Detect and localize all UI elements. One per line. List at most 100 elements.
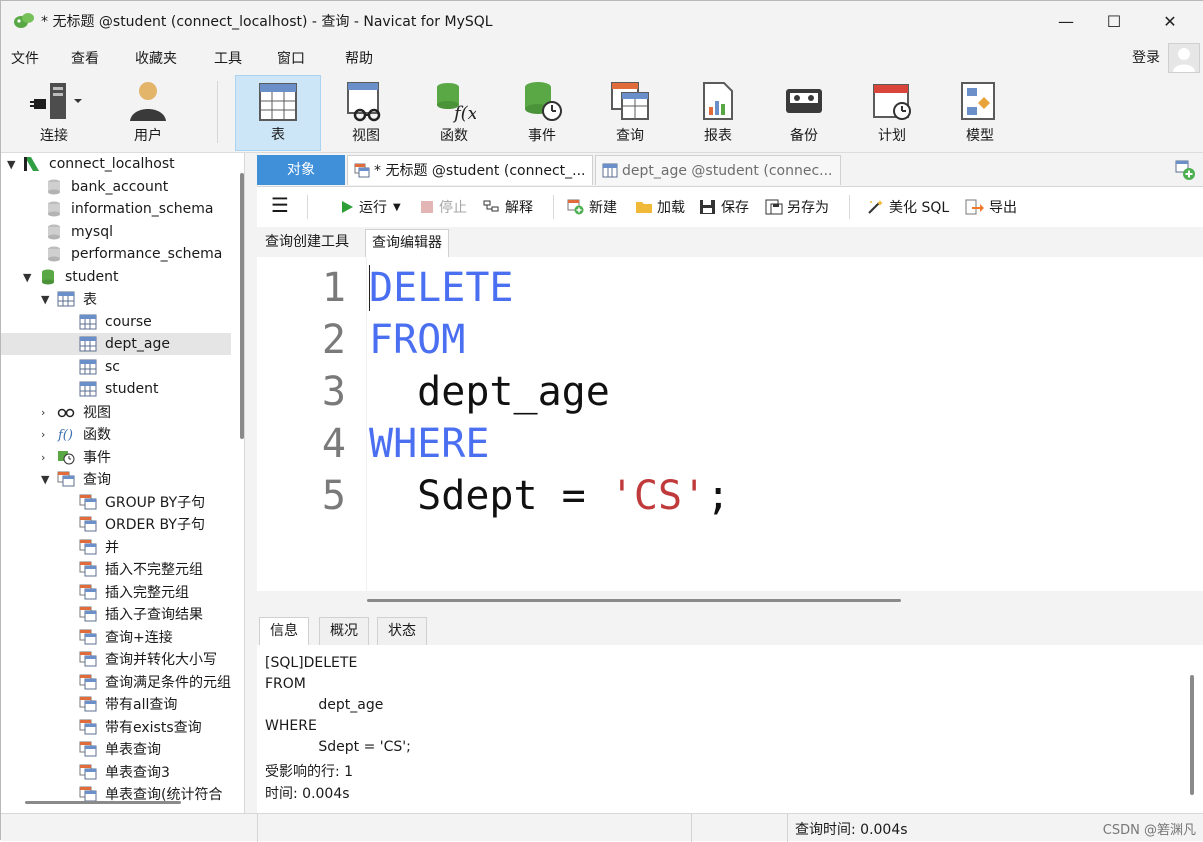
new-button[interactable]: 新建 bbox=[567, 197, 617, 217]
message-line: [SQL]DELETE bbox=[265, 655, 358, 671]
toolbar-report-button[interactable]: 报表 bbox=[675, 75, 761, 151]
tab-status[interactable]: 状态 bbox=[377, 617, 427, 645]
toolbar-user-button[interactable]: 用户 bbox=[105, 75, 191, 151]
menu-tools[interactable]: 工具 bbox=[214, 48, 242, 68]
query-icon bbox=[611, 82, 649, 120]
database-icon bbox=[48, 246, 60, 262]
dropdown-arrow-icon[interactable]: ▼ bbox=[393, 202, 401, 213]
title-bar: * 无标题 @student (connect_localhost) - 查询 … bbox=[1, 1, 1203, 41]
load-button[interactable]: 加载 bbox=[635, 197, 685, 217]
database-icon bbox=[48, 201, 60, 217]
tab-query-editor[interactable]: 查询编辑器 bbox=[365, 229, 449, 257]
toolbar-table-button[interactable]: 表 bbox=[235, 75, 321, 151]
message-vertical-scrollbar[interactable] bbox=[1190, 675, 1194, 795]
tree-query-item[interactable]: 单表查询 bbox=[79, 738, 161, 760]
message-line: 时间: 0.004s bbox=[265, 786, 350, 802]
chevron-right-icon[interactable]: › bbox=[41, 451, 53, 464]
run-button[interactable]: 运行 ▼ bbox=[339, 197, 401, 217]
tree-table-course[interactable]: course bbox=[79, 311, 152, 333]
tree-group-events[interactable]: › 事件 bbox=[41, 446, 111, 468]
tree-db-label: bank_account bbox=[71, 179, 169, 195]
new-tab-icon[interactable] bbox=[1174, 159, 1196, 181]
tree-group-queries[interactable]: ▼ 查询 bbox=[41, 468, 111, 490]
tree-table-label: student bbox=[105, 381, 159, 397]
query-icon bbox=[79, 696, 97, 712]
tab-dept-age[interactable]: dept_age @student (connec... bbox=[595, 155, 841, 185]
close-button[interactable]: ✕ bbox=[1147, 1, 1193, 41]
tree-query-item[interactable]: 带有exists查询 bbox=[79, 716, 202, 738]
editor-horizontal-scrollbar[interactable] bbox=[257, 591, 1203, 613]
menu-window[interactable]: 窗口 bbox=[277, 48, 305, 68]
tab-untitled-query[interactable]: * 无标题 @student (connect_... bbox=[347, 155, 593, 185]
avatar[interactable] bbox=[1168, 43, 1200, 73]
tab-info[interactable]: 信息 bbox=[259, 617, 309, 645]
toolbar-model-button[interactable]: 模型 bbox=[937, 75, 1023, 151]
chevron-down-icon[interactable]: ▼ bbox=[41, 293, 53, 306]
tab-query-builder[interactable]: 查询创建工具 bbox=[259, 229, 355, 257]
toolbar-function-button[interactable]: f(x) 函数 bbox=[411, 75, 497, 151]
toolbar-event-button[interactable]: 事件 bbox=[499, 75, 585, 151]
menu-favorites[interactable]: 收藏夹 bbox=[135, 48, 177, 68]
tree-table-student[interactable]: student bbox=[79, 378, 159, 400]
toolbar-connect-button[interactable]: 连接 bbox=[11, 75, 97, 151]
tree-query-item[interactable]: 插入不完整元组 bbox=[79, 558, 203, 580]
message-line: Sdept = 'CS'; bbox=[265, 739, 411, 755]
chevron-right-icon[interactable]: › bbox=[41, 406, 53, 419]
maximize-button[interactable]: ☐ bbox=[1091, 1, 1137, 41]
tree-group-views[interactable]: › 视图 bbox=[41, 401, 111, 423]
line-number: 5 bbox=[321, 473, 346, 519]
tree-group-label: 事件 bbox=[83, 450, 111, 466]
toolbar-schedule-button[interactable]: 计划 bbox=[849, 75, 935, 151]
table-icon bbox=[79, 381, 97, 397]
tree-db-student[interactable]: ▼ student bbox=[23, 266, 119, 288]
hamburger-menu-icon[interactable]: ☰ bbox=[271, 193, 289, 217]
beautify-sql-button[interactable]: 美化 SQL bbox=[865, 197, 949, 217]
tree-query-item[interactable]: ORDER BY子句 bbox=[79, 513, 205, 535]
tree-query-item[interactable]: GROUP BY子句 bbox=[79, 491, 205, 513]
explain-button[interactable]: 解释 bbox=[483, 197, 533, 217]
tree-group-functions[interactable]: › f() 函数 bbox=[41, 423, 111, 445]
save-as-button[interactable]: 另存为 bbox=[765, 197, 829, 217]
tree-table-dept_age[interactable]: dept_age bbox=[1, 333, 231, 355]
tree-horizontal-scrollbar[interactable] bbox=[25, 801, 181, 804]
tree-table-label: course bbox=[105, 314, 152, 330]
minimize-button[interactable]: — bbox=[1043, 1, 1089, 41]
tree-query-label: 单表查询3 bbox=[105, 765, 170, 781]
tree-query-item[interactable]: 插入子查询结果 bbox=[79, 603, 203, 625]
query-icon bbox=[79, 606, 97, 622]
menu-view[interactable]: 查看 bbox=[71, 48, 99, 68]
toolbar-query-button[interactable]: 查询 bbox=[587, 75, 673, 151]
tree-db-performance_schema[interactable]: performance_schema bbox=[45, 243, 222, 265]
tree-query-item[interactable]: 查询满足条件的元组 bbox=[79, 671, 231, 693]
export-button[interactable]: 导出 bbox=[965, 197, 1017, 217]
menu-file[interactable]: 文件 bbox=[11, 48, 39, 68]
toolbar-backup-button[interactable]: 备份 bbox=[761, 75, 847, 151]
tree-table-sc[interactable]: sc bbox=[79, 356, 120, 378]
save-button[interactable]: 保存 bbox=[699, 197, 749, 217]
toolbar-report-label: 报表 bbox=[704, 128, 732, 144]
stop-button[interactable]: 停止 bbox=[419, 197, 467, 217]
tree-db-bank_account[interactable]: bank_account bbox=[45, 176, 168, 198]
tree-query-item[interactable]: 查询+连接 bbox=[79, 626, 173, 648]
scrollbar-thumb[interactable] bbox=[367, 599, 901, 602]
tree-query-item[interactable]: 并 bbox=[79, 536, 119, 558]
chevron-down-icon[interactable]: ▼ bbox=[41, 473, 53, 486]
chevron-right-icon[interactable]: › bbox=[41, 428, 53, 441]
menu-help[interactable]: 帮助 bbox=[345, 48, 373, 68]
tree-db-information_schema[interactable]: information_schema bbox=[45, 198, 214, 220]
tree-group-tables[interactable]: ▼ 表 bbox=[41, 288, 97, 310]
chevron-down-icon[interactable]: ▼ bbox=[23, 271, 35, 284]
tab-objects[interactable]: 对象 bbox=[257, 155, 345, 185]
tree-query-item[interactable]: 单表查询3 bbox=[79, 761, 170, 783]
toolbar-view-button[interactable]: 视图 bbox=[323, 75, 409, 151]
tree-query-item[interactable]: 带有all查询 bbox=[79, 693, 177, 715]
tree-connection[interactable]: ▼ connect_localhost bbox=[7, 153, 175, 175]
tree-query-item[interactable]: 插入完整元组 bbox=[79, 581, 189, 603]
tab-overview[interactable]: 概况 bbox=[319, 617, 369, 645]
tree-vertical-scrollbar[interactable] bbox=[240, 173, 244, 439]
tree-query-item[interactable]: 查询并转化大小写 bbox=[79, 648, 217, 670]
tree-db-mysql[interactable]: mysql bbox=[45, 221, 113, 243]
sql-editor[interactable]: 1 2 3 4 5 DELETE FROM dept_age WHERE Sde… bbox=[257, 257, 1203, 591]
login-link[interactable]: 登录 bbox=[1132, 47, 1160, 67]
chevron-down-icon[interactable]: ▼ bbox=[7, 158, 19, 171]
